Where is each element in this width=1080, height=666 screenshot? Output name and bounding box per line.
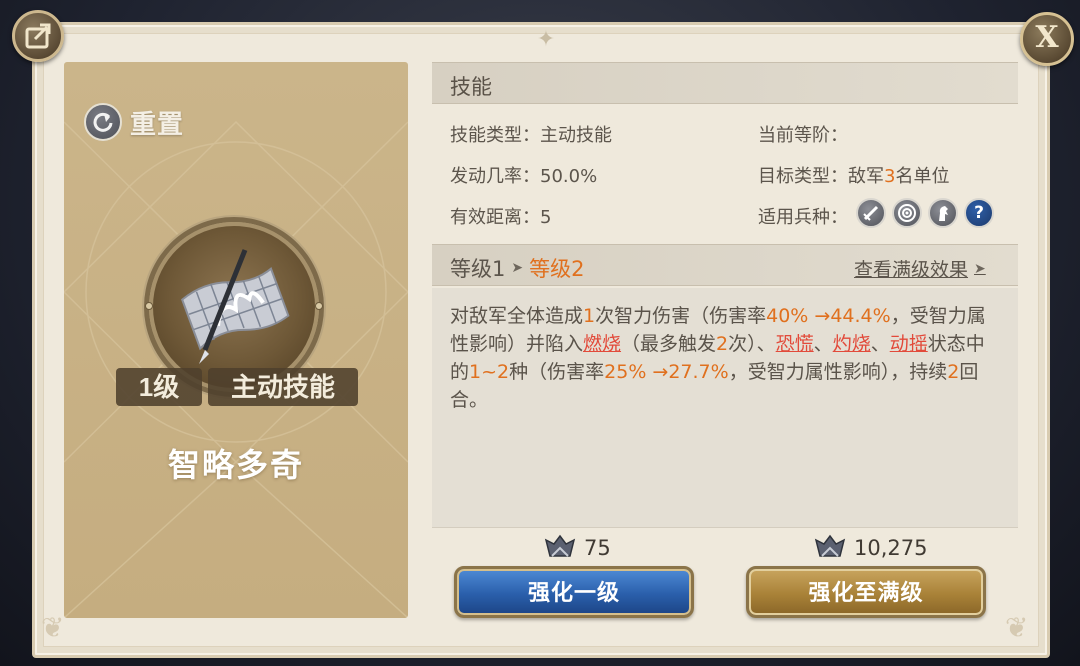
trigger-rate-value: 50.0% [540, 166, 598, 187]
target-type-label: 目标类型： [758, 166, 848, 187]
desc-number: 2 [947, 361, 960, 383]
target-suffix: 名单位 [895, 166, 950, 187]
share-icon [25, 23, 51, 49]
skill-description-box: 对敌军全体造成1次智力伤害（伤害率40% →44.4%，受智力属性影响）并陷入燃… [432, 288, 1018, 528]
reset-button[interactable]: 重置 [84, 102, 184, 142]
range-label: 有效距离： [450, 207, 540, 228]
question-mark: ? [974, 203, 984, 223]
desc-text: 对敌军全体造成 [450, 305, 584, 327]
desc-text: ，受智力属性影响），持续 [728, 361, 948, 383]
view-max-level-link[interactable]: 查看满级效果 ➤ [854, 255, 986, 282]
orb-ornament [315, 302, 323, 310]
status-waver-link[interactable]: 动摇 [890, 333, 928, 355]
desc-text: 次智力伤害（伤害率 [595, 305, 767, 327]
desc-text: （最多触发 [621, 333, 717, 355]
next-level: 等级2 [529, 257, 585, 281]
arrow-right-icon: ➤ [974, 260, 986, 277]
skill-info-header: 技能 [432, 62, 1018, 104]
level-progress: 等级1 ➤ 等级2 [450, 253, 584, 283]
reset-icon [84, 103, 122, 141]
desc-text: 、 [813, 333, 833, 355]
target-count: 3 [884, 166, 896, 187]
orb-ornament [145, 302, 153, 310]
troop-type-label: 适用兵种： [758, 207, 848, 228]
close-button[interactable]: X [1020, 12, 1074, 66]
current-level: 等级1 [450, 257, 506, 281]
skill-type-label: 技能类型： [450, 125, 540, 146]
upgrade-max-cost: 10,275 [814, 534, 927, 562]
trigger-rate-row: 发动几率：50.0% [450, 162, 597, 188]
skill-icon [145, 222, 323, 392]
desc-number: 40% →44.4% [766, 305, 891, 327]
question-icon[interactable]: ? [964, 198, 994, 228]
corner-ornament-icon: ❦ [1005, 611, 1029, 644]
target-prefix: 敌军 [848, 166, 884, 187]
upgrade-one-cost-value: 75 [584, 536, 611, 560]
skill-info-title: 技能 [450, 75, 492, 99]
range-value: 5 [540, 207, 552, 228]
view-max-level-label: 查看满级效果 [854, 259, 969, 281]
desc-text: 、 [870, 333, 890, 355]
status-scorch-link[interactable]: 灼烧 [833, 333, 871, 355]
horse-icon[interactable] [928, 198, 958, 228]
desc-number: 25% →27.7% [604, 361, 729, 383]
upgrade-one-cost: 75 [544, 534, 611, 562]
desc-number: 1~2 [469, 361, 510, 383]
upgrade-max-cost-value: 10,275 [854, 536, 928, 560]
status-panic-link[interactable]: 恐慌 [776, 333, 814, 355]
skill-type-badge: 主动技能 [208, 368, 358, 406]
arrow-right-icon: ➤ [511, 260, 524, 276]
scroll-brush-icon [181, 249, 290, 364]
skill-type-row: 技能类型：主动技能 [450, 121, 612, 147]
top-ornament-icon: ✦ [536, 27, 556, 52]
troop-icons: ? [856, 198, 994, 228]
skill-type-value: 主动技能 [540, 125, 612, 146]
upgrade-max-button[interactable]: 强化至满级 [746, 566, 986, 618]
desc-number: 2 [716, 333, 729, 355]
skill-token-icon [814, 534, 846, 557]
tier-row: 当前等阶： [758, 121, 848, 147]
skill-name: 智略多奇 [167, 446, 304, 484]
skill-description: 对敌军全体造成1次智力伤害（伤害率40% →44.4%，受智力属性影响）并陷入燃… [450, 302, 1000, 414]
trigger-rate-label: 发动几率： [450, 166, 540, 187]
troop-type-row: 适用兵种： [758, 203, 848, 229]
sword-icon[interactable] [856, 198, 886, 228]
target-icon[interactable] [892, 198, 922, 228]
desc-text: 种（伤害率 [509, 361, 605, 383]
skill-level-badge: 1级 [116, 368, 202, 406]
close-icon: X [1035, 20, 1059, 55]
desc-number: 1 [583, 305, 596, 327]
skill-card: 重置 1级 主动技能 智略多奇 [64, 62, 408, 618]
tier-label: 当前等阶： [758, 125, 848, 146]
desc-text: 次）、 [728, 333, 776, 355]
skill-token-icon [544, 534, 576, 557]
status-burn-link[interactable]: 燃烧 [583, 333, 621, 355]
reset-label: 重置 [130, 109, 185, 140]
target-type-row: 目标类型：敌军3名单位 [758, 162, 949, 188]
share-button[interactable] [12, 10, 64, 62]
upgrade-one-button[interactable]: 强化一级 [454, 566, 694, 618]
range-row: 有效距离：5 [450, 203, 551, 229]
